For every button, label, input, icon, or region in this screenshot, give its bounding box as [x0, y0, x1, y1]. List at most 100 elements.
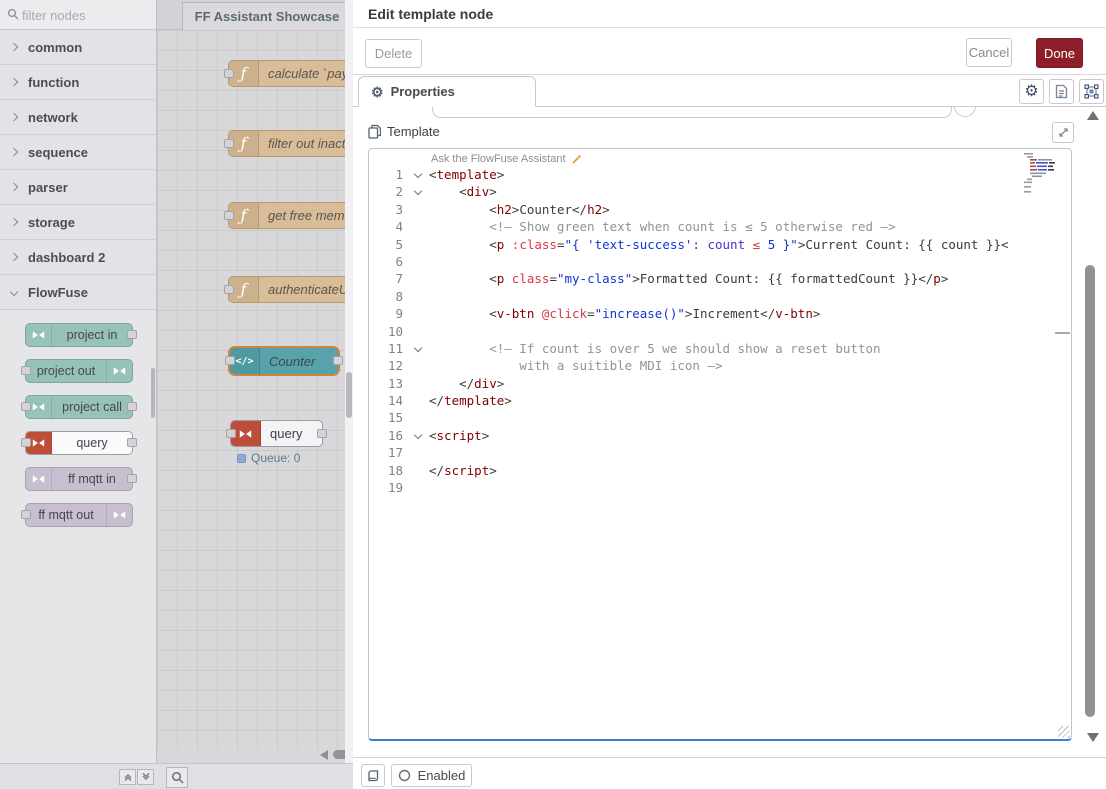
workspace-tab[interactable]: FF Assistant Showcase [182, 2, 352, 30]
node-output-port[interactable] [127, 438, 137, 447]
node-output-port[interactable] [127, 330, 137, 339]
fold-gutter[interactable] [411, 340, 429, 357]
palette-node-project-out[interactable]: project out [25, 359, 133, 383]
flow-node-filter-out-inacti[interactable]: ƒfilter out inacti [228, 130, 353, 157]
line-number: 3 [369, 201, 411, 218]
palette-search[interactable] [0, 0, 156, 30]
flow-node-authenticateu[interactable]: ƒauthenticateU [228, 276, 353, 303]
scrolled-field-remnant[interactable] [432, 107, 952, 118]
node-input-port[interactable] [21, 510, 31, 519]
code-line[interactable]: 18</script> [369, 462, 1071, 479]
code-line[interactable]: 6 [369, 253, 1071, 270]
expand-all-button[interactable] [137, 769, 154, 785]
scroll-down-arrow-icon[interactable] [1087, 733, 1099, 742]
fold-chevron-icon[interactable] [414, 187, 422, 195]
flow-node-counter[interactable]: </>Counter [228, 346, 340, 376]
flow-node-calculate-pay[interactable]: ƒcalculate `pay [228, 60, 353, 87]
node-label: ff mqtt in [52, 468, 132, 490]
node-input-port[interactable] [21, 438, 31, 447]
scrolled-field-button[interactable] [954, 107, 976, 117]
code-line[interactable]: 11 <!— If count is over 5 we should show… [369, 340, 1071, 357]
palette-category-flowfuse[interactable]: FlowFuse [0, 275, 156, 310]
canvas-vertical-scrollbar[interactable] [345, 0, 353, 763]
node-input-port[interactable] [225, 356, 235, 365]
node-settings-button[interactable]: ⚙ [1019, 79, 1044, 104]
code-line[interactable]: 7 <p class="my-class">Formatted Count: {… [369, 270, 1071, 287]
node-input-port[interactable] [224, 285, 234, 294]
code-line[interactable]: 4 <!— Show green text when count is ≤ 5 … [369, 218, 1071, 235]
code-line[interactable]: 15 [369, 409, 1071, 426]
palette-category-sequence[interactable]: sequence [0, 135, 156, 170]
cancel-button[interactable]: Cancel [966, 38, 1012, 67]
node-input-port[interactable] [21, 402, 31, 411]
palette-node-project-in[interactable]: project in [25, 323, 133, 347]
node-output-port[interactable] [333, 356, 343, 365]
fold-chevron-icon[interactable] [414, 344, 422, 352]
code-line[interactable]: 8 [369, 288, 1071, 305]
node-label: authenticateU [259, 277, 353, 302]
fold-chevron-icon[interactable] [414, 170, 422, 178]
fold-gutter[interactable] [411, 427, 429, 444]
node-appearance-button[interactable] [1079, 79, 1104, 104]
palette-category-parser[interactable]: parser [0, 170, 156, 205]
code-line[interactable]: 9 <v-btn @click="increase()">Increment</… [369, 305, 1071, 322]
filter-nodes-input[interactable] [22, 4, 147, 26]
search-flows-button[interactable] [166, 767, 188, 788]
node-output-port[interactable] [127, 402, 137, 411]
delete-button[interactable]: Delete [365, 39, 422, 68]
code-line[interactable]: 2 <div> [369, 183, 1071, 200]
code-line[interactable]: 19 [369, 479, 1071, 496]
flow-canvas[interactable]: FF Assistant Showcase ƒcalculate `pay ƒfi… [157, 0, 353, 763]
palette-scrollbar[interactable] [151, 368, 155, 418]
code-line[interactable]: 13 </div> [369, 375, 1071, 392]
flow-node-get-free-memo[interactable]: ƒget free memo [228, 202, 353, 229]
palette-category-dashboard-2[interactable]: dashboard 2 [0, 240, 156, 275]
scrollbar-thumb[interactable] [346, 372, 352, 418]
code-line[interactable]: 14</template> [369, 392, 1071, 409]
palette-node-query[interactable]: query [25, 431, 133, 455]
fold-gutter[interactable] [411, 183, 429, 200]
code-line[interactable]: 5 <p :class="{ 'text-success': count ≤ 5… [369, 236, 1071, 253]
palette-node-ff-mqtt-in[interactable]: ff mqtt in [25, 467, 133, 491]
scroll-left-arrow-icon[interactable] [320, 750, 328, 760]
flow-node-query[interactable]: query [230, 420, 323, 447]
expand-editor-button[interactable] [1052, 122, 1074, 143]
code-editor[interactable]: Ask the FlowFuse Assistant 1<template>2 … [368, 148, 1072, 741]
palette-category-network[interactable]: network [0, 100, 156, 135]
fold-gutter [411, 288, 429, 305]
node-input-port[interactable] [224, 211, 234, 220]
palette-category-function[interactable]: function [0, 65, 156, 100]
code-line[interactable]: 12 with a suitible MDI icon —> [369, 357, 1071, 374]
scroll-up-arrow-icon[interactable] [1087, 111, 1099, 120]
node-description-button[interactable] [1049, 79, 1074, 104]
collapse-all-button[interactable] [119, 769, 136, 785]
palette-category-storage[interactable]: storage [0, 205, 156, 240]
palette-node-project-call[interactable]: project call [25, 395, 133, 419]
done-button[interactable]: Done [1036, 38, 1083, 68]
minimap[interactable] [1018, 152, 1058, 196]
code-line[interactable]: 3 <h2>Counter</h2> [369, 201, 1071, 218]
fold-gutter[interactable] [411, 166, 429, 183]
node-output-port[interactable] [317, 429, 327, 438]
editor-resize-grip[interactable] [1058, 726, 1070, 738]
node-input-port[interactable] [21, 366, 31, 375]
dialog-scrollbar[interactable] [1085, 265, 1095, 717]
node-input-port[interactable] [224, 69, 234, 78]
docs-button[interactable] [361, 764, 385, 787]
fold-chevron-icon[interactable] [414, 431, 422, 439]
code-line[interactable]: 16<script> [369, 427, 1071, 444]
palette-category-common[interactable]: common [0, 30, 156, 65]
node-input-port[interactable] [224, 139, 234, 148]
node-output-port[interactable] [127, 474, 137, 483]
assistant-placeholder[interactable]: Ask the FlowFuse Assistant [431, 152, 582, 166]
code-line[interactable]: 1<template> [369, 166, 1071, 183]
code-line[interactable]: 10 [369, 323, 1071, 340]
palette-node-ff-mqtt-out[interactable]: ff mqtt out [25, 503, 133, 527]
tab-properties[interactable]: ⚙ Properties [358, 76, 536, 107]
code-line[interactable]: 17 [369, 444, 1071, 461]
overview-ruler-mark [1055, 332, 1070, 334]
code-lines[interactable]: 1<template>2 <div>3 <h2>Counter</h2>4 <!… [369, 166, 1071, 496]
enabled-toggle-button[interactable]: Enabled [391, 764, 472, 787]
line-number: 2 [369, 183, 411, 200]
node-input-port[interactable] [226, 429, 236, 438]
